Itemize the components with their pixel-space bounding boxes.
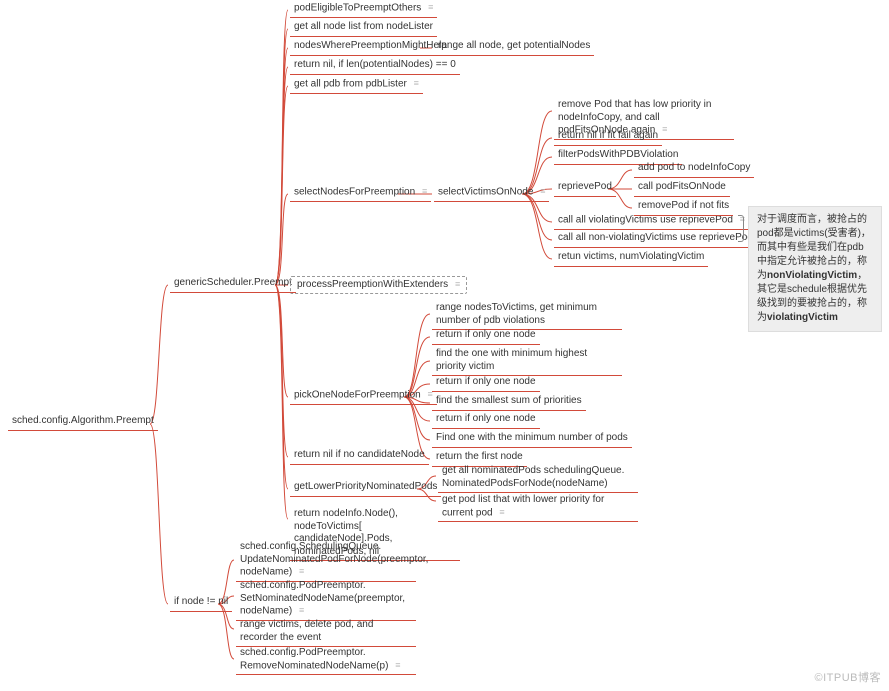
node-label: if node != nil [174,596,228,607]
node-call-violating[interactable]: call all violatingVictims use reprievePo… [554,213,749,230]
node-return-victims[interactable]: retun victims, numViolatingVictim [554,250,708,267]
node-label: return if only one node [436,329,536,340]
node-label: return if only one node [436,376,536,387]
node-label: getLowerPriorityNominatedPods [294,481,437,492]
node-return-nil-candidate[interactable]: return nil if no candidateNode [290,448,429,465]
node-label: return nil, if len(potentialNodes) == 0 [294,59,456,70]
node-label: find the one with minimum highest priori… [436,348,587,372]
node-label: return nil if no candidateNode [294,449,425,460]
node-label: sched.config.PodPreemptor. SetNominatedN… [240,580,405,616]
node-label: removePod if not fits [638,200,729,211]
node-label: Find one with the minimum number of pods [436,432,628,443]
node-pick-one[interactable]: pickOneNodeForPreemption ≡ [290,388,437,405]
node-label: processPreemptionWithExtenders [297,279,448,290]
node-return-nil-fail[interactable]: return nil if fit fail again [554,129,662,146]
node-label: pickOneNodeForPreemption [294,389,421,400]
node-label: return the first node [436,451,523,462]
node-range-victims[interactable]: range victims, delete pod, and recorder … [236,618,416,647]
node-label: retun victims, numViolatingVictim [558,251,704,262]
node-select-nodes[interactable]: selectNodesForPreemption ≡ [290,185,431,202]
node-find-min-pods[interactable]: Find one with the minimum number of pods [432,431,632,448]
node-label: range all node, get potentialNodes [438,40,590,51]
node-label: range victims, delete pod, and recorder … [240,619,373,643]
node-range-all-node[interactable]: range all node, get potentialNodes [434,39,594,56]
node-remove-if-not[interactable]: removePod if not fits [634,199,733,216]
node-label: sched.config.SchedulingQueue. UpdateNomi… [240,541,428,577]
node-reprieve-pod[interactable]: reprievePod [554,180,616,197]
node-label: find the smallest sum of priorities [436,395,582,406]
annotation-bracket [738,215,744,242]
node-get-pod-list[interactable]: get pod list that with lower priority fo… [438,493,638,522]
node-call-fits[interactable]: call podFitsOnNode [634,180,730,197]
node-pod-eligible[interactable]: podEligibleToPreemptOthers ≡ [290,1,437,18]
node-get-node-list[interactable]: get all node list from nodeLister [290,20,437,37]
annotation-violating: violatingVictim [767,312,838,323]
node-return-only-one-1[interactable]: return if only one node [432,328,540,345]
node-set-nominated[interactable]: sched.config.PodPreemptor. SetNominatedN… [236,579,416,621]
node-label: filterPodsWithPDBViolation [558,149,678,160]
node-if-node-not-nil[interactable]: if node != nil [170,595,232,612]
node-label: call all non-violatingVictims use reprie… [558,232,753,243]
node-label: add pod to nodeInfoCopy [638,162,750,173]
node-get-pdb[interactable]: get all pdb from pdbLister ≡ [290,77,423,94]
root-node[interactable]: sched.config.Algorithm.Preempt [8,414,158,431]
node-get-lower[interactable]: getLowerPriorityNominatedPods [290,480,441,497]
node-add-pod[interactable]: add pod to nodeInfoCopy [634,161,754,178]
node-nodes-where[interactable]: nodesWherePreemptionMightHelp [290,39,451,56]
node-process-preemption-extenders[interactable]: processPreemptionWithExtenders ≡ [290,276,467,294]
notes-icon: ≡ [540,186,545,197]
node-label: get pod list that with lower priority fo… [442,494,604,518]
notes-icon: ≡ [422,186,427,197]
node-find-min-high[interactable]: find the one with minimum highest priori… [432,347,622,376]
node-remove-nominated[interactable]: sched.config.PodPreemptor. RemoveNominat… [236,646,416,675]
node-return-nil-len[interactable]: return nil, if len(potentialNodes) == 0 [290,58,460,75]
node-generic-scheduler-preempt[interactable]: genericScheduler.Preempt [170,276,296,293]
node-label: selectNodesForPreemption [294,186,415,197]
node-label: reprievePod [558,181,612,192]
node-label: return nil if fit fail again [558,130,658,141]
node-label: nodesWherePreemptionMightHelp [294,40,447,51]
node-get-nominated[interactable]: get all nominatedPods schedulingQueue. N… [438,464,638,493]
node-label: return if only one node [436,413,536,424]
notes-icon: ≡ [414,78,419,89]
node-label: call all violatingVictims use reprievePo… [558,214,733,225]
node-label: get all node list from nodeLister [294,21,433,32]
node-return-only-one-2[interactable]: return if only one node [432,375,540,392]
notes-icon: ≡ [662,124,667,135]
node-label: genericScheduler.Preempt [174,277,292,288]
node-range-nodes-victims[interactable]: range nodesToVictims, get minimum number… [432,301,622,330]
node-label: sched.config.PodPreemptor. RemoveNominat… [240,647,388,671]
node-label: podEligibleToPreemptOthers [294,2,421,13]
node-update-nominated[interactable]: sched.config.SchedulingQueue. UpdateNomi… [236,540,416,582]
node-find-small-sum[interactable]: find the smallest sum of priorities [432,394,586,411]
node-label: get all pdb from pdbLister [294,78,407,89]
notes-icon: ≡ [299,566,304,577]
notes-icon: ≡ [299,605,304,616]
annotation-box: 对于调度而言，被抢占的pod都是victims(受害者)，而其中有些是我们在pd… [748,206,882,332]
node-select-victims[interactable]: selectVictimsOnNode ≡ [434,185,549,202]
notes-icon: ≡ [499,507,504,518]
node-return-only-one-3[interactable]: return if only one node [432,412,540,429]
annotation-nonviolating: nonViolatingVictim [767,270,857,281]
node-call-non-violating[interactable]: call all non-violatingVictims use reprie… [554,231,757,248]
notes-icon: ≡ [455,279,460,289]
node-label: get all nominatedPods schedulingQueue. N… [442,465,624,489]
node-label: call podFitsOnNode [638,181,726,192]
mindmap-connectors [0,0,889,691]
notes-icon: ≡ [395,660,400,671]
node-label: range nodesToVictims, get minimum number… [436,302,597,326]
node-label: selectVictimsOnNode [438,186,533,197]
notes-icon: ≡ [428,2,433,13]
watermark: ©ITPUB博客 [815,669,882,685]
